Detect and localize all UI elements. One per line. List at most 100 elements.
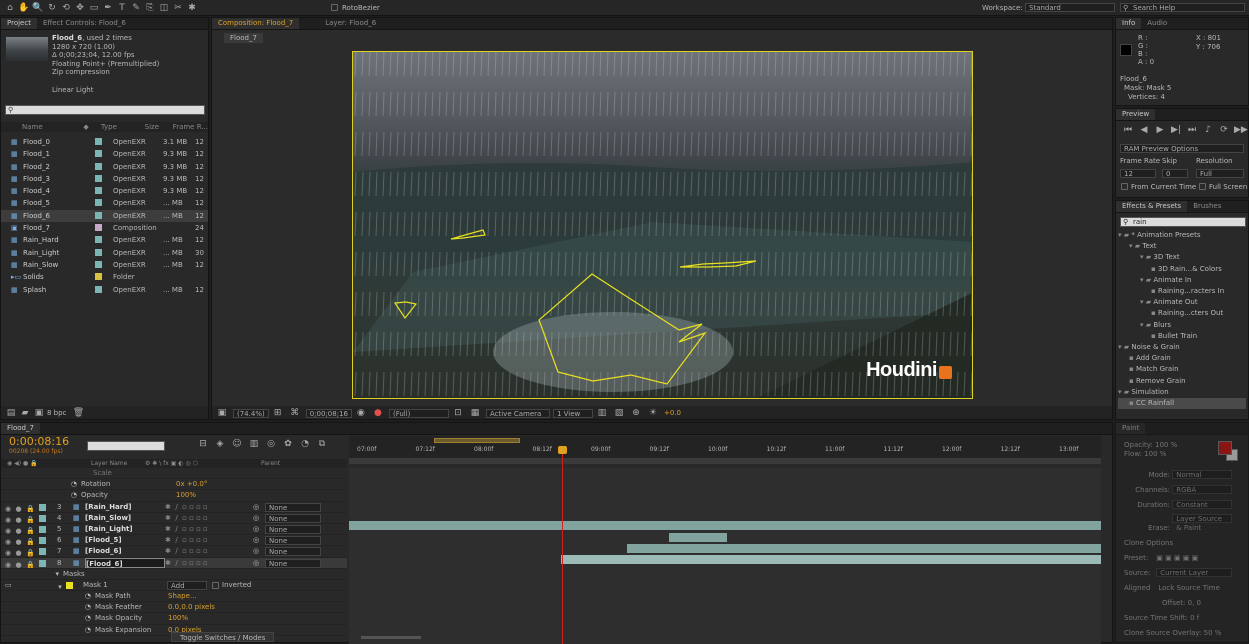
zoom-icon[interactable]: 🔍 [32, 2, 44, 14]
effects-tree-item[interactable]: ▪ Add Grain [1118, 353, 1246, 364]
stopwatch-icon[interactable]: ◔ [1, 591, 95, 601]
flowchart-icon[interactable]: ⊕ [630, 407, 642, 419]
view-layout-select[interactable]: 1 View [552, 408, 593, 418]
graph-editor-icon[interactable]: ⧉ [316, 438, 328, 450]
parent-pick-icon[interactable]: ◎ [253, 513, 265, 523]
auto-keyframe-icon[interactable]: ◔ [299, 438, 311, 450]
camera-icon[interactable]: ◉ [355, 407, 367, 419]
property-row[interactable]: ◔ Rotation 0x +0.0° [1, 479, 347, 491]
parent-pick-icon[interactable]: ◎ [253, 558, 265, 568]
layer-row[interactable]: ◉ ● 🔒 7 ▦ [Flood_6] ✱ / ▫ ▫ ▫ ▫ ◎ None [1, 546, 347, 558]
first-frame-icon[interactable]: ⏮ [1122, 124, 1134, 136]
layer-switches[interactable]: ✱ / ▫ ▫ ▫ ▫ [165, 535, 253, 545]
comp-viewer[interactable]: Houdini [352, 51, 973, 399]
project-search-input[interactable]: ⚲ [5, 105, 205, 115]
effects-tree-item[interactable]: ▪ 3D Rain...& Colors [1118, 264, 1246, 275]
camera-select[interactable]: Active Camera [485, 408, 550, 418]
loop-icon[interactable]: ⟳ [1218, 124, 1230, 136]
mask-property-row[interactable]: ◔ Mask Feather 0.0,0.0 pixels [1, 602, 347, 614]
track-flood-6-a[interactable] [627, 544, 1101, 553]
project-item[interactable]: ▦ Flood_6 OpenEXR ... MB 12 [1, 209, 208, 223]
mask-visibility-icon[interactable]: ▭ [1, 580, 35, 590]
color-channels-icon[interactable]: ● [372, 407, 384, 419]
bpc-label[interactable]: 8 bpc [47, 409, 66, 417]
project-item[interactable]: ▦ Rain_Hard OpenEXR ... MB 12 [1, 234, 208, 246]
stopwatch-icon[interactable]: ◔ [1, 602, 95, 612]
snapshot-icon[interactable]: ⌘ [289, 407, 301, 419]
layer-row[interactable]: ◉ ● 🔒 5 ▦ [Rain_Light] ✱ / ▫ ▫ ▫ ▫ ◎ None [1, 524, 347, 536]
effects-tree-item[interactable]: ▾ ▰ Blurs [1118, 320, 1246, 331]
effects-tree-item[interactable]: ▪ Remove Grain [1118, 376, 1246, 387]
layer-switches[interactable]: ✱ / ▫ ▫ ▫ ▫ [165, 546, 253, 556]
track-rain-light[interactable] [349, 521, 1101, 530]
parent-select[interactable]: None [265, 536, 321, 546]
effects-tree-item[interactable]: ▪ Bullet Train [1118, 331, 1246, 342]
from-current-option[interactable]: From Current Time [1120, 182, 1196, 191]
trash-icon[interactable]: 🗑 [72, 407, 84, 419]
project-item[interactable]: ▣ Flood_7 Composition 24 [1, 222, 208, 234]
clone-overlay[interactable]: Clone Source Overlay: 50 % [1124, 626, 1232, 641]
shy-icon[interactable]: ☺ [231, 438, 243, 450]
col-frame[interactable]: Frame R... [173, 122, 208, 132]
property-row-scale[interactable]: Scale [1, 468, 347, 480]
resolution-select[interactable]: (Full) [388, 408, 449, 418]
tab-info[interactable]: Info [1116, 18, 1142, 29]
tab-effect-controls[interactable]: Effect Controls: Flood_6 [37, 18, 132, 29]
safe-margins-icon[interactable]: ⊞ [272, 407, 284, 419]
exposure-value[interactable]: +0.0 [664, 409, 681, 417]
full-screen-option[interactable]: Full Screen [1198, 182, 1247, 191]
tab-project[interactable]: Project [1, 18, 37, 29]
layer-name[interactable]: [Flood_6] [85, 546, 165, 556]
effects-tree-item[interactable]: ▾ ▰ Noise & Grain [1118, 342, 1246, 353]
layer-name[interactable]: [Rain_Slow] [85, 513, 165, 523]
layer-row[interactable]: ◉ ● 🔒 4 ▦ [Rain_Slow] ✱ / ▫ ▫ ▫ ▫ ◎ None [1, 513, 347, 524]
timeline-search-input[interactable] [87, 441, 165, 451]
rotate-icon[interactable]: ↻ [46, 2, 58, 14]
timeline-zoom-slider[interactable] [361, 636, 421, 639]
mask-property-row[interactable]: ◔ Mask Path Shape... [1, 591, 347, 603]
puppet-icon[interactable]: ✱ [186, 2, 198, 14]
parent-pick-icon[interactable]: ◎ [253, 546, 265, 556]
masks-row[interactable]: ▾ Masks [1, 569, 347, 580]
workspace-select[interactable]: Standard [1025, 3, 1115, 12]
project-item[interactable]: ▦ Flood_2 OpenEXR 9.3 MB 12 [1, 161, 208, 173]
work-area-bar[interactable] [434, 438, 520, 443]
text-icon[interactable]: T [116, 2, 128, 14]
search-help-input[interactable]: ⚲ Search Help [1120, 3, 1245, 12]
exposure-icon[interactable]: ☀ [647, 407, 659, 419]
brainstorm-icon[interactable]: ✿ [282, 438, 294, 450]
property-value[interactable]: 0x +0.0° [176, 479, 207, 489]
mask-property-row[interactable]: ◔ Mask Opacity 100% [1, 613, 347, 625]
new-folder-icon[interactable]: ▰ [19, 407, 31, 419]
layer-switches[interactable]: ✱ / ▫ ▫ ▫ ▫ [165, 524, 253, 534]
paint-flow[interactable]: Flow: 100 % [1124, 450, 1177, 459]
comp-subtab[interactable]: Flood_7 [224, 33, 263, 43]
toggle-switches-modes[interactable]: Toggle Switches / Modes [171, 632, 275, 642]
current-time[interactable]: 0;00;08;16 [305, 408, 352, 418]
layer-row[interactable]: ◉ ● 🔒 6 ▦ [Flood_5] ✱ / ▫ ▫ ▫ ▫ ◎ None [1, 535, 347, 547]
home-icon[interactable]: ⌂ [4, 2, 16, 14]
effects-tree-item[interactable]: ▪ Match Grain [1118, 364, 1246, 375]
mask-property-value[interactable]: 0.0,0.0 pixels [168, 602, 215, 612]
parent-select[interactable]: None [265, 513, 321, 523]
track-flood-6-b[interactable] [561, 555, 1101, 564]
timeline-time[interactable]: 0:00:08:16 [9, 435, 69, 448]
from-current-checkbox[interactable] [1121, 183, 1128, 190]
project-item[interactable]: ▦ Flood_1 OpenEXR 9.3 MB 12 [1, 148, 208, 160]
effects-tree-item[interactable]: ▾ ▰ Animate In [1118, 275, 1246, 286]
interpret-footage-icon[interactable]: ▤ [5, 407, 17, 419]
layer-switch-icons[interactable]: ◉ ● 🔒 [1, 513, 57, 523]
project-item[interactable]: ▦ Rain_Slow OpenEXR ... MB 12 [1, 259, 208, 271]
effects-tree-item[interactable]: ▾ ▰ Animate Out [1118, 297, 1246, 308]
mask-property-value[interactable]: Shape... [168, 591, 197, 601]
stopwatch-icon[interactable]: ◔ [1, 479, 81, 489]
clone-source-select[interactable]: Current Layer [1156, 568, 1233, 577]
track-flood-5[interactable] [669, 533, 727, 542]
layer-switches[interactable]: ✱ / ▫ ▫ ▫ ▫ [165, 513, 253, 523]
parent-pick-icon[interactable]: ◎ [253, 524, 265, 534]
project-item[interactable]: ▦ Rain_Light OpenEXR ... MB 30 [1, 247, 208, 259]
skip-select[interactable]: 0 [1162, 169, 1188, 178]
tab-timeline-comp[interactable]: Flood_7 [1, 423, 40, 434]
layer-switches[interactable]: ✱ / ▫ ▫ ▫ ▫ [165, 502, 253, 512]
layer-row[interactable]: ◉ ● 🔒 8 ▦ [Flood_6] ✱ / ▫ ▫ ▫ ▫ ◎ None [1, 557, 347, 569]
